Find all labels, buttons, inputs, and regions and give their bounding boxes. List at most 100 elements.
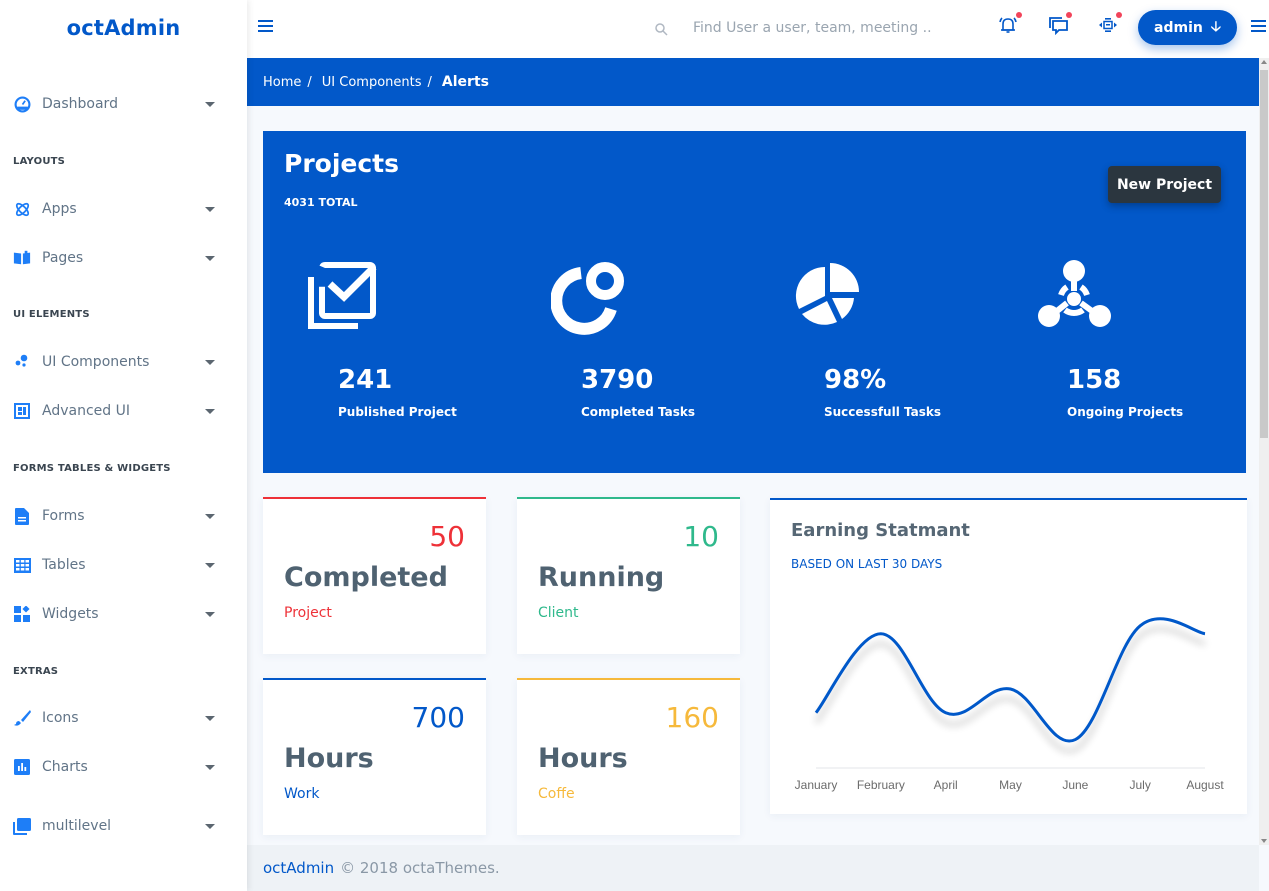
card-hours-work: 700 Hours Work [263,678,486,835]
sidebar-item-label: Dashboard [42,96,118,112]
sidebar-item-label: Advanced UI [42,403,130,419]
sidebar-item-charts[interactable]: Charts [13,755,223,779]
sidebar-item-label: Forms [42,508,85,524]
sidebar-item-tables[interactable]: Tables [13,553,223,577]
dashboard-gauge-icon [13,95,31,113]
stat-label: Successfull Tasks [824,405,942,419]
card-value: 700 [411,701,465,734]
breadcrumb: Home / UI Components / Alerts [247,58,1259,106]
checkbox-stack-icon [308,259,384,335]
card-title: Hours [284,743,374,774]
series-line-earnings [814,617,1206,743]
sidebar-item-ui-components[interactable]: UI Components [13,350,223,374]
stat-ongoing-projects: 158 Ongoing Projects [1017,259,1217,419]
breadcrumb-separator: / [307,74,312,90]
sidebar-item-icons[interactable]: Icons [13,706,223,730]
bell-icon [999,16,1017,38]
stat-value: 98% [824,365,887,395]
notification-badge-dot [1016,12,1022,18]
x-tick-label: April [934,778,958,792]
message-badge-dot [1066,12,1072,18]
caret-down-icon [205,255,215,261]
sidebar-item-widgets[interactable]: Widgets [13,602,223,626]
sidebar-item-pages[interactable]: Pages [13,246,223,270]
search-input[interactable] [693,20,943,36]
breadcrumb-ui-components[interactable]: UI Components [322,75,422,90]
card-title: Hours [538,743,628,774]
stat-completed-tasks: 3790 Completed Tasks [531,259,731,419]
x-tick-label: May [999,778,1022,792]
progress-circle-icon [550,259,627,335]
fullscreen-badge-dot [1116,12,1122,18]
sidebar-item-dashboard[interactable]: Dashboard [13,92,223,116]
x-tick-label: January [795,778,838,792]
sidebar-item-forms[interactable]: Forms [13,504,223,528]
card-title: Running [538,562,665,593]
card-title: Completed [284,562,448,593]
card-value: 50 [429,520,465,553]
scrollbar-thumb[interactable] [1260,70,1268,438]
x-tick-label: June [1062,778,1088,792]
stat-successfull-tasks: 98% Successfull Tasks [774,259,974,419]
card-hours-coffe: 160 Hours Coffe [517,678,740,835]
admin-menu-button[interactable]: admin 🡣 [1138,10,1237,45]
atom-icon [13,200,31,218]
sidebar-item-label: Tables [42,557,86,573]
scroll-down-icon[interactable] [1261,839,1267,843]
expand-icon [1099,17,1117,37]
card-subtitle: Client [538,605,579,621]
stat-value: 158 [1067,365,1122,395]
scroll-up-icon[interactable] [1261,60,1267,64]
sidebar-item-label: Widgets [42,606,99,622]
book-icon [13,249,31,267]
chart-icon [13,758,31,776]
file-icon [13,507,31,525]
card-completed-project: 50 Completed Project [263,497,486,654]
right-panel-menu-icon[interactable] [1251,20,1266,33]
messages-button[interactable] [1047,12,1072,39]
card-subtitle: Project [284,605,332,621]
sidebar-item-multilevel[interactable]: multilevel [13,814,223,838]
sidebar-item-label: Icons [42,710,79,726]
layout-icon [13,402,31,420]
x-tick-label: July [1129,778,1150,792]
sidebar-item-label: Apps [42,201,77,217]
footer-brand-link[interactable]: octAdmin [263,859,334,877]
fullscreen-button[interactable] [1097,12,1122,38]
earning-statement-card: January February April May June July August Ea… [770,498,1247,814]
earning-subtitle: BASED ON LAST 30 DAYS [791,557,943,571]
notifications-button[interactable] [997,12,1022,38]
earning-line-chart: January February April May June July August [795,617,1224,792]
caret-down-icon [205,206,215,212]
caret-down-icon [205,562,215,568]
section-forms-tables-widgets: FORMS TABLES & WIDGETS [13,463,171,474]
stat-published-project: 241 Published Project [288,259,488,419]
chat-icon [1048,16,1068,39]
app-logo[interactable]: octAdmin [0,16,247,40]
page-scrollbar[interactable] [1259,58,1269,845]
stat-value: 241 [338,365,393,395]
stat-label: Published Project [338,405,457,419]
caret-down-icon [205,764,215,770]
new-project-button[interactable]: New Project [1108,166,1221,203]
network-icon [1037,259,1113,335]
card-value: 160 [665,701,719,734]
caret-down-icon [205,611,215,617]
widgets-icon [13,605,31,623]
card-subtitle: Coffe [538,786,575,802]
sidebar-toggle-icon[interactable] [258,20,273,33]
search-icon[interactable] [655,21,669,36]
sidebar-item-apps[interactable]: Apps [13,197,223,221]
arrow-down-icon: 🡣 [1210,18,1221,35]
layers-icon [13,817,31,835]
sidebar-item-label: Charts [42,759,88,775]
projects-title: Projects [284,149,400,178]
breadcrumb-home[interactable]: Home [263,75,301,90]
sidebar-item-advanced-ui[interactable]: Advanced UI [13,399,223,423]
sidebar-item-label: multilevel [42,818,112,834]
search-bar [655,16,945,40]
brush-icon [13,709,31,727]
breadcrumb-current: Alerts [441,74,489,90]
projects-panel: Projects 4031 TOTAL New Project 241 Publ… [263,131,1246,473]
admin-label: admin [1154,19,1203,36]
